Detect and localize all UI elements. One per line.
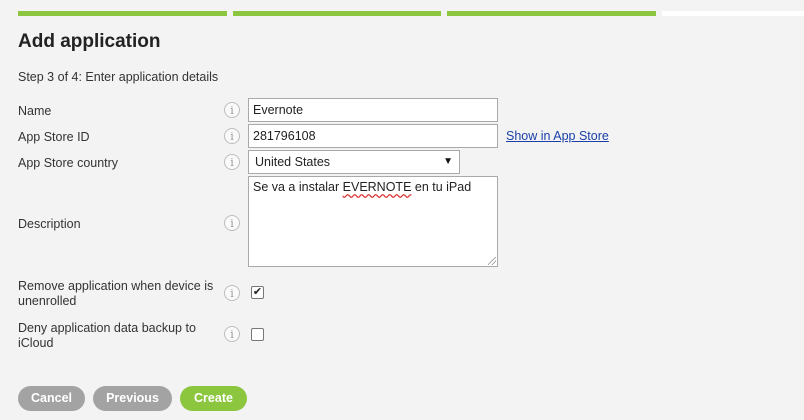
name-label: Name <box>18 104 52 118</box>
app-store-id-info-icon[interactable]: i <box>224 128 240 144</box>
name-info-icon[interactable]: i <box>224 102 240 118</box>
deny-backup-label: Deny application data backup to iCloud <box>18 321 196 351</box>
remove-on-unenroll-checkbox[interactable]: ✔ <box>251 286 264 299</box>
app-store-id-label: App Store ID <box>18 130 90 144</box>
wizard-progress-bar <box>18 11 804 16</box>
description-text-end: en tu iPad <box>411 180 472 194</box>
dropdown-arrow-icon: ▼ <box>443 156 453 167</box>
previous-button[interactable]: Previous <box>93 386 172 411</box>
app-store-country-label: App Store country <box>18 156 119 170</box>
progress-segment-step-4 <box>662 11 804 16</box>
resize-handle-icon[interactable] <box>488 257 496 265</box>
create-button[interactable]: Create <box>180 386 247 411</box>
description-info-icon[interactable]: i <box>224 215 240 231</box>
app-store-id-input[interactable] <box>248 124 498 148</box>
step-indicator: Step 3 of 4: Enter application details <box>18 70 219 84</box>
description-label: Description <box>18 217 81 231</box>
deny-backup-checkbox[interactable] <box>251 328 264 341</box>
remove-on-unenroll-label-line-2: unenrolled <box>18 294 77 308</box>
page-title: Add application <box>18 31 161 52</box>
remove-on-unenroll-label: Remove application when device is unenro… <box>18 279 213 309</box>
deny-backup-label-line-2: iCloud <box>18 336 54 350</box>
app-store-country-select[interactable]: United States ▼ <box>248 150 460 174</box>
name-input[interactable] <box>248 98 498 122</box>
show-in-app-store-link[interactable]: Show in App Store <box>506 129 609 143</box>
description-misspelled-word: EVERNOTE <box>342 180 412 194</box>
deny-backup-label-line-1: Deny application data backup to <box>18 321 196 335</box>
remove-on-unenroll-info-icon[interactable]: i <box>224 285 240 301</box>
country-selected-value: United States <box>255 155 331 169</box>
description-textarea[interactable]: Se va a instalar EVERNOTE en tu iPad <box>248 176 498 267</box>
app-store-country-info-icon[interactable]: i <box>224 154 240 170</box>
description-text-start: Se va a instalar <box>253 180 343 194</box>
progress-segment-step-2 <box>233 11 441 16</box>
deny-backup-info-icon[interactable]: i <box>224 326 240 342</box>
remove-on-unenroll-label-line-1: Remove application when device is <box>18 279 214 293</box>
progress-segment-step-3 <box>447 11 656 16</box>
cancel-button[interactable]: Cancel <box>18 386 85 411</box>
progress-segment-step-1 <box>18 11 227 16</box>
